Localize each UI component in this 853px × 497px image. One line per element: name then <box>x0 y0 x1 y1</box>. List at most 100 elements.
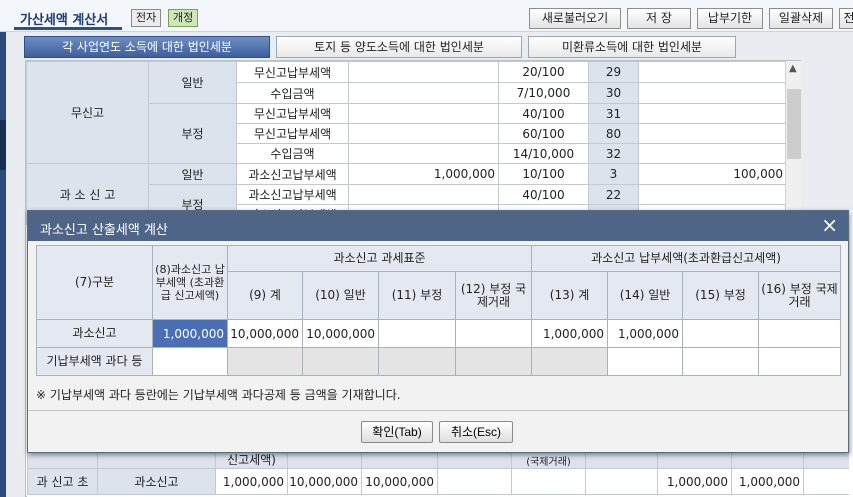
sub-ilban: 일반 <box>148 61 237 104</box>
prepaid-excess-field[interactable] <box>152 347 228 376</box>
reload-button[interactable]: 새로불러오기 <box>529 8 621 29</box>
lower-cell: 1,000,000 <box>657 468 732 495</box>
confirm-button[interactable]: 확인(Tab) <box>361 421 433 443</box>
header-gubun: (7)구분 <box>36 245 153 320</box>
header-col13: (13) 계 <box>531 271 609 320</box>
tab-unreturned-income[interactable]: 미환류소득에 대한 법인세분 <box>528 36 736 58</box>
tab-bar: 각 사업연도 소득에 대한 법인세분 토지 등 양도소득에 대한 법인세분 미환… <box>20 36 840 58</box>
header-col8: (8)과소신고 납부세액 (초과환급 신고세액) <box>152 245 228 320</box>
prepaid-fraud-intl-field[interactable] <box>758 347 842 376</box>
cancel-button[interactable]: 취소(Esc) <box>439 421 513 443</box>
group-musingo: 무신고 <box>26 61 149 164</box>
sub-bujeong: 부정 <box>148 103 237 164</box>
row-rate: 40/100 <box>498 103 589 124</box>
row-tax <box>638 61 787 83</box>
left-edge <box>0 32 6 497</box>
penalty-table: 무신고 일반 무신고납부세액 20/100 29 수입금액 7/10,000 3… <box>26 61 787 225</box>
underreport-tax-field[interactable]: 1,000,000 <box>152 319 228 348</box>
row-label-prepaid-excess: 기납부세액 과다 등 <box>36 347 153 376</box>
header-group-base: 과소신고 과세표준 <box>226 245 533 272</box>
tab-corporate-income[interactable]: 각 사업연도 소득에 대한 법인세분 <box>24 36 270 58</box>
row-amount[interactable]: 1,000,000 <box>348 163 499 185</box>
save-button[interactable]: 저 장 <box>627 8 691 29</box>
header-col12: (12) 부정 국제거래 <box>454 271 533 320</box>
header-group-tax: 과소신고 납부세액(초과환급신고세액) <box>531 245 842 272</box>
row-rate: 14/10,000 <box>498 143 589 164</box>
header-col14: (14) 일반 <box>607 271 684 320</box>
title-underline <box>14 27 122 30</box>
dialog-body: (7)구분 (8)과소신고 납부세액 (초과환급 신고세액) 과소신고 과세표준… <box>36 245 842 376</box>
scroll-up-icon[interactable]: ▲ <box>789 63 797 74</box>
row-rate: 7/10,000 <box>498 82 589 104</box>
row-rate: 10/100 <box>498 163 589 185</box>
prepaid-fraud-field[interactable] <box>682 347 760 376</box>
row-code: 31 <box>588 103 639 124</box>
lower-cell <box>585 468 658 495</box>
row-code: 29 <box>588 61 639 83</box>
row-amount[interactable] <box>348 143 499 164</box>
lower-row-label: 과소신고 <box>97 468 216 495</box>
dialog-note: ※ 기납부세액 과다 등란에는 기납부세액 과다공제 등 금액을 기재합니다. <box>36 388 401 402</box>
left-edge-dark <box>0 120 6 170</box>
close-icon[interactable]: × <box>821 213 838 237</box>
row-code: 32 <box>588 143 639 164</box>
underreport-dialog: 과소신고 산출세액 계산 × (7)구분 (8)과소신고 납부세액 (초과환급 … <box>27 210 849 453</box>
tax-total-cell: 1,000,000 <box>531 319 609 348</box>
row-item: 무신고납부세액 <box>236 103 349 124</box>
row-amount[interactable] <box>348 103 499 124</box>
lower-cell: 10,000,000 <box>361 468 438 495</box>
lower-cell <box>437 468 512 495</box>
overflow-button[interactable]: 전 <box>839 8 853 29</box>
row-amount[interactable] <box>348 82 499 104</box>
base-fraud-field[interactable] <box>378 319 456 348</box>
page-title: 가산세액 계산서 <box>20 13 109 28</box>
row-item: 과소신고납부세액 <box>236 184 349 205</box>
lower-cell: 1,000,000 <box>731 468 804 495</box>
row-rate: 20/100 <box>498 61 589 83</box>
tab-land-transfer[interactable]: 토지 등 양도소득에 대한 법인세분 <box>276 36 522 58</box>
row-tax <box>638 143 787 164</box>
tax-general-field[interactable]: 1,000,000 <box>607 319 684 348</box>
base-fraud-intl-field[interactable] <box>454 319 533 348</box>
row-tax <box>638 82 787 104</box>
row-rate: 60/100 <box>498 123 589 144</box>
base-general-field[interactable]: 10,000,000 <box>302 319 379 348</box>
revised-badge[interactable]: 개정 <box>168 9 199 27</box>
row-amount[interactable] <box>348 123 499 144</box>
header-col10: (10) 일반 <box>302 271 379 320</box>
row-tax <box>638 184 787 205</box>
row-amount[interactable] <box>348 184 499 205</box>
dialog-footer: 확인(Tab) 취소(Esc) <box>28 410 848 452</box>
row-label-underreport: 과소신고 <box>36 319 153 348</box>
tax-fraud-field[interactable] <box>682 319 760 348</box>
header-col15: (15) 부정 <box>682 271 760 320</box>
row-code: 22 <box>588 184 639 205</box>
vertical-scrollbar[interactable]: ▲ <box>785 61 801 211</box>
row-code: 30 <box>588 82 639 104</box>
electronic-badge[interactable]: 전자 <box>131 9 162 27</box>
lower-cell <box>511 468 586 495</box>
row-amount[interactable] <box>348 61 499 83</box>
row-item: 무신고납부세액 <box>236 61 349 83</box>
base-total-cell: 10,000,000 <box>227 319 303 348</box>
title-bar: 가산세액 계산서 전자 개정 새로불러오기 저 장 납부기한 일괄삭제 전 <box>0 0 853 32</box>
tax-fraud-intl-field[interactable] <box>758 319 842 348</box>
row-code: 80 <box>588 123 639 144</box>
row-tax <box>638 123 787 144</box>
row-code: 3 <box>588 163 639 185</box>
scroll-thumb[interactable] <box>787 89 801 159</box>
lower-cell: 10,000,000 <box>287 468 362 495</box>
dialog-title: 과소신고 산출세액 계산 <box>40 223 168 238</box>
dialog-table: (7)구분 (8)과소신고 납부세액 (초과환급 신고세액) 과소신고 과세표준… <box>36 245 842 376</box>
header-col9: (9) 계 <box>227 271 303 320</box>
prepaid-general-field[interactable] <box>607 347 684 376</box>
header-col16: (16) 부정 국제거래 <box>758 271 842 320</box>
dialog-header: 과소신고 산출세액 계산 × <box>28 211 848 241</box>
lower-left-label: 과 신고 초 <box>27 468 98 495</box>
row-tax: 100,000 <box>638 163 787 185</box>
sub-ilban: 일반 <box>148 163 237 185</box>
delete-all-button[interactable]: 일괄삭제 <box>769 8 833 29</box>
due-date-button[interactable]: 납부기한 <box>697 8 763 29</box>
row-item: 무신고납부세액 <box>236 123 349 144</box>
row-item: 수입금액 <box>236 82 349 104</box>
